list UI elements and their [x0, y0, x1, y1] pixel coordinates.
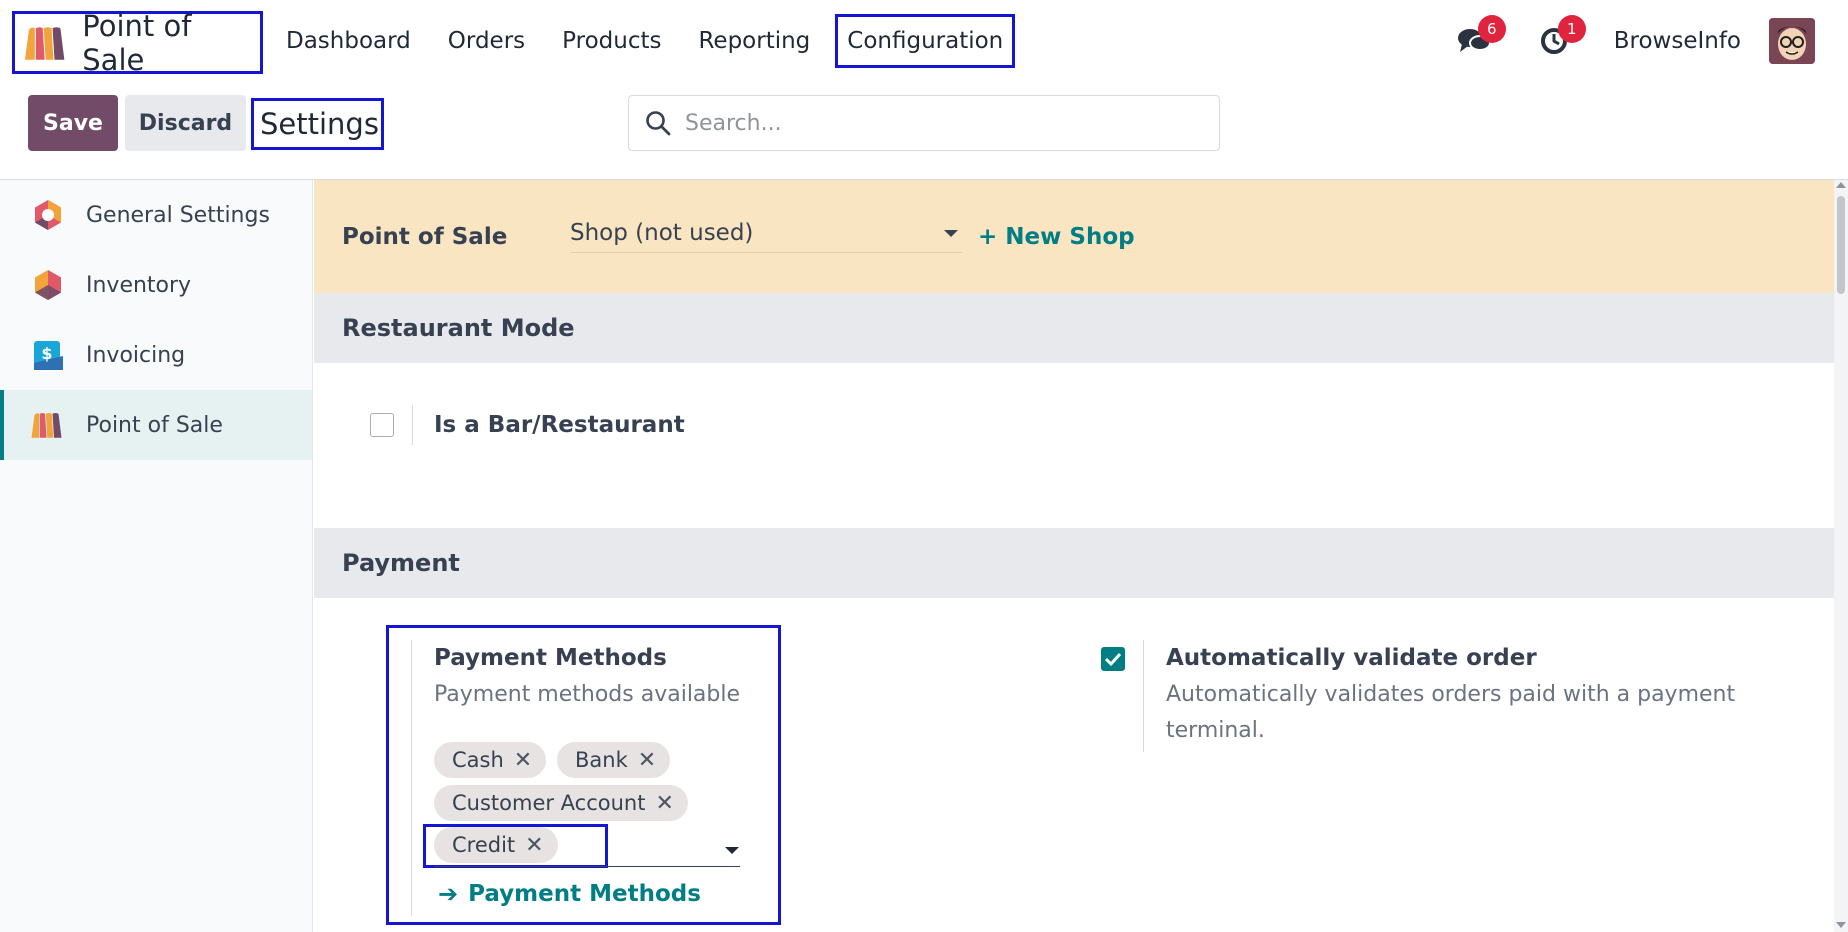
app-brand[interactable]: Point of Sale — [12, 8, 263, 77]
menu-orders[interactable]: Orders — [448, 28, 525, 54]
bar-restaurant-setting — [370, 413, 394, 437]
tag-label: Customer Account — [452, 791, 646, 815]
sidebar-item-general-settings[interactable]: General Settings — [0, 180, 312, 250]
auto-validate-title: Automatically validate order — [1166, 645, 1537, 671]
avatar[interactable] — [1769, 18, 1815, 64]
remove-tag-icon[interactable]: ✕ — [655, 791, 673, 816]
general-settings-icon — [30, 197, 66, 233]
setting-divider — [1143, 640, 1144, 752]
search-box[interactable] — [628, 95, 1220, 151]
sidebar-item-label: Invoicing — [86, 342, 186, 368]
pos-label: Point of Sale — [342, 223, 508, 250]
invoicing-icon: $ — [30, 337, 66, 373]
setting-divider — [412, 405, 413, 445]
menu-configuration[interactable]: Configuration — [835, 14, 1016, 68]
app-name: Point of Sale — [82, 8, 192, 77]
point-of-sale-icon — [24, 26, 65, 60]
remove-tag-icon[interactable]: ✕ — [638, 748, 656, 773]
scroll-down-icon[interactable] — [1836, 922, 1846, 928]
link-label: Payment Methods — [468, 881, 701, 907]
svg-text:$: $ — [41, 344, 52, 363]
caret-down-icon — [944, 230, 958, 237]
page-title: Settings — [251, 98, 384, 150]
activities-button[interactable]: 1 — [1534, 15, 1586, 61]
payment-methods-description: Payment methods available — [434, 682, 741, 707]
auto-validate-description: Automatically validates orders paid with… — [1166, 682, 1736, 743]
arrow-right-icon: ➔ — [438, 880, 459, 908]
setting-divider — [411, 640, 412, 916]
menu-reporting[interactable]: Reporting — [698, 28, 810, 54]
scrollbar[interactable] — [1834, 180, 1848, 932]
caret-down-icon[interactable] — [725, 847, 739, 854]
payment-methods-link[interactable]: ➔ Payment Methods — [438, 880, 701, 908]
shop-select-value: Shop (not used) — [570, 220, 754, 246]
search-input[interactable] — [685, 110, 1185, 136]
sidebar-item-inventory[interactable]: Inventory — [0, 250, 312, 320]
new-shop-button[interactable]: + New Shop — [978, 224, 1135, 250]
tag-label: Bank — [575, 748, 628, 772]
discard-button[interactable]: Discard — [125, 95, 246, 151]
tag-label: Cash — [452, 748, 504, 772]
payment-method-tag: Cash ✕ — [434, 742, 547, 778]
payment-methods-title: Payment Methods — [434, 645, 667, 671]
payment-methods-input[interactable] — [434, 866, 740, 867]
sidebar-item-label: General Settings — [86, 202, 270, 228]
sidebar-item-label: Point of Sale — [86, 412, 223, 438]
credit-tag-highlight — [423, 824, 608, 868]
point-of-sale-icon — [30, 407, 66, 443]
messaging-button[interactable]: 6 — [1454, 15, 1506, 61]
settings-sidebar: General Settings Inventory $ Invoicing P… — [0, 180, 313, 932]
scroll-up-icon[interactable] — [1836, 182, 1846, 188]
payment-method-tag: Bank ✕ — [557, 742, 671, 778]
auto-validate-checkbox[interactable] — [1101, 647, 1125, 671]
menu-products[interactable]: Products — [562, 28, 661, 54]
sidebar-item-invoicing[interactable]: $ Invoicing — [0, 320, 312, 390]
messages-badge: 6 — [1477, 15, 1506, 43]
user-name[interactable]: BrowseInfo — [1614, 28, 1741, 54]
shop-select[interactable]: Shop (not used) — [570, 220, 962, 253]
sidebar-item-point-of-sale[interactable]: Point of Sale — [0, 390, 312, 460]
payment-method-tag: Customer Account ✕ — [434, 785, 688, 821]
user-avatar-icon — [1769, 18, 1815, 64]
section-restaurant-mode: Restaurant Mode — [314, 293, 1834, 363]
bar-restaurant-checkbox[interactable] — [370, 413, 394, 437]
scroll-thumb[interactable] — [1837, 196, 1845, 294]
bar-restaurant-label: Is a Bar/Restaurant — [434, 412, 685, 438]
sidebar-item-label: Inventory — [86, 272, 192, 298]
main-menu: Dashboard Orders Products Reporting Conf… — [286, 0, 1052, 82]
inventory-icon — [30, 267, 66, 303]
top-navbar: Point of Sale Dashboard Orders Products … — [0, 0, 1848, 82]
search-icon — [646, 111, 671, 136]
activities-badge: 1 — [1557, 15, 1586, 43]
save-button[interactable]: Save — [28, 95, 118, 151]
remove-tag-icon[interactable]: ✕ — [514, 748, 532, 773]
systray: 6 1 BrowseInfo — [1454, 0, 1848, 82]
section-payment: Payment — [314, 528, 1834, 598]
menu-dashboard[interactable]: Dashboard — [286, 28, 411, 54]
pos-selector-bar: Point of Sale Shop (not used) + New Shop — [314, 180, 1834, 293]
check-icon — [1104, 652, 1122, 666]
